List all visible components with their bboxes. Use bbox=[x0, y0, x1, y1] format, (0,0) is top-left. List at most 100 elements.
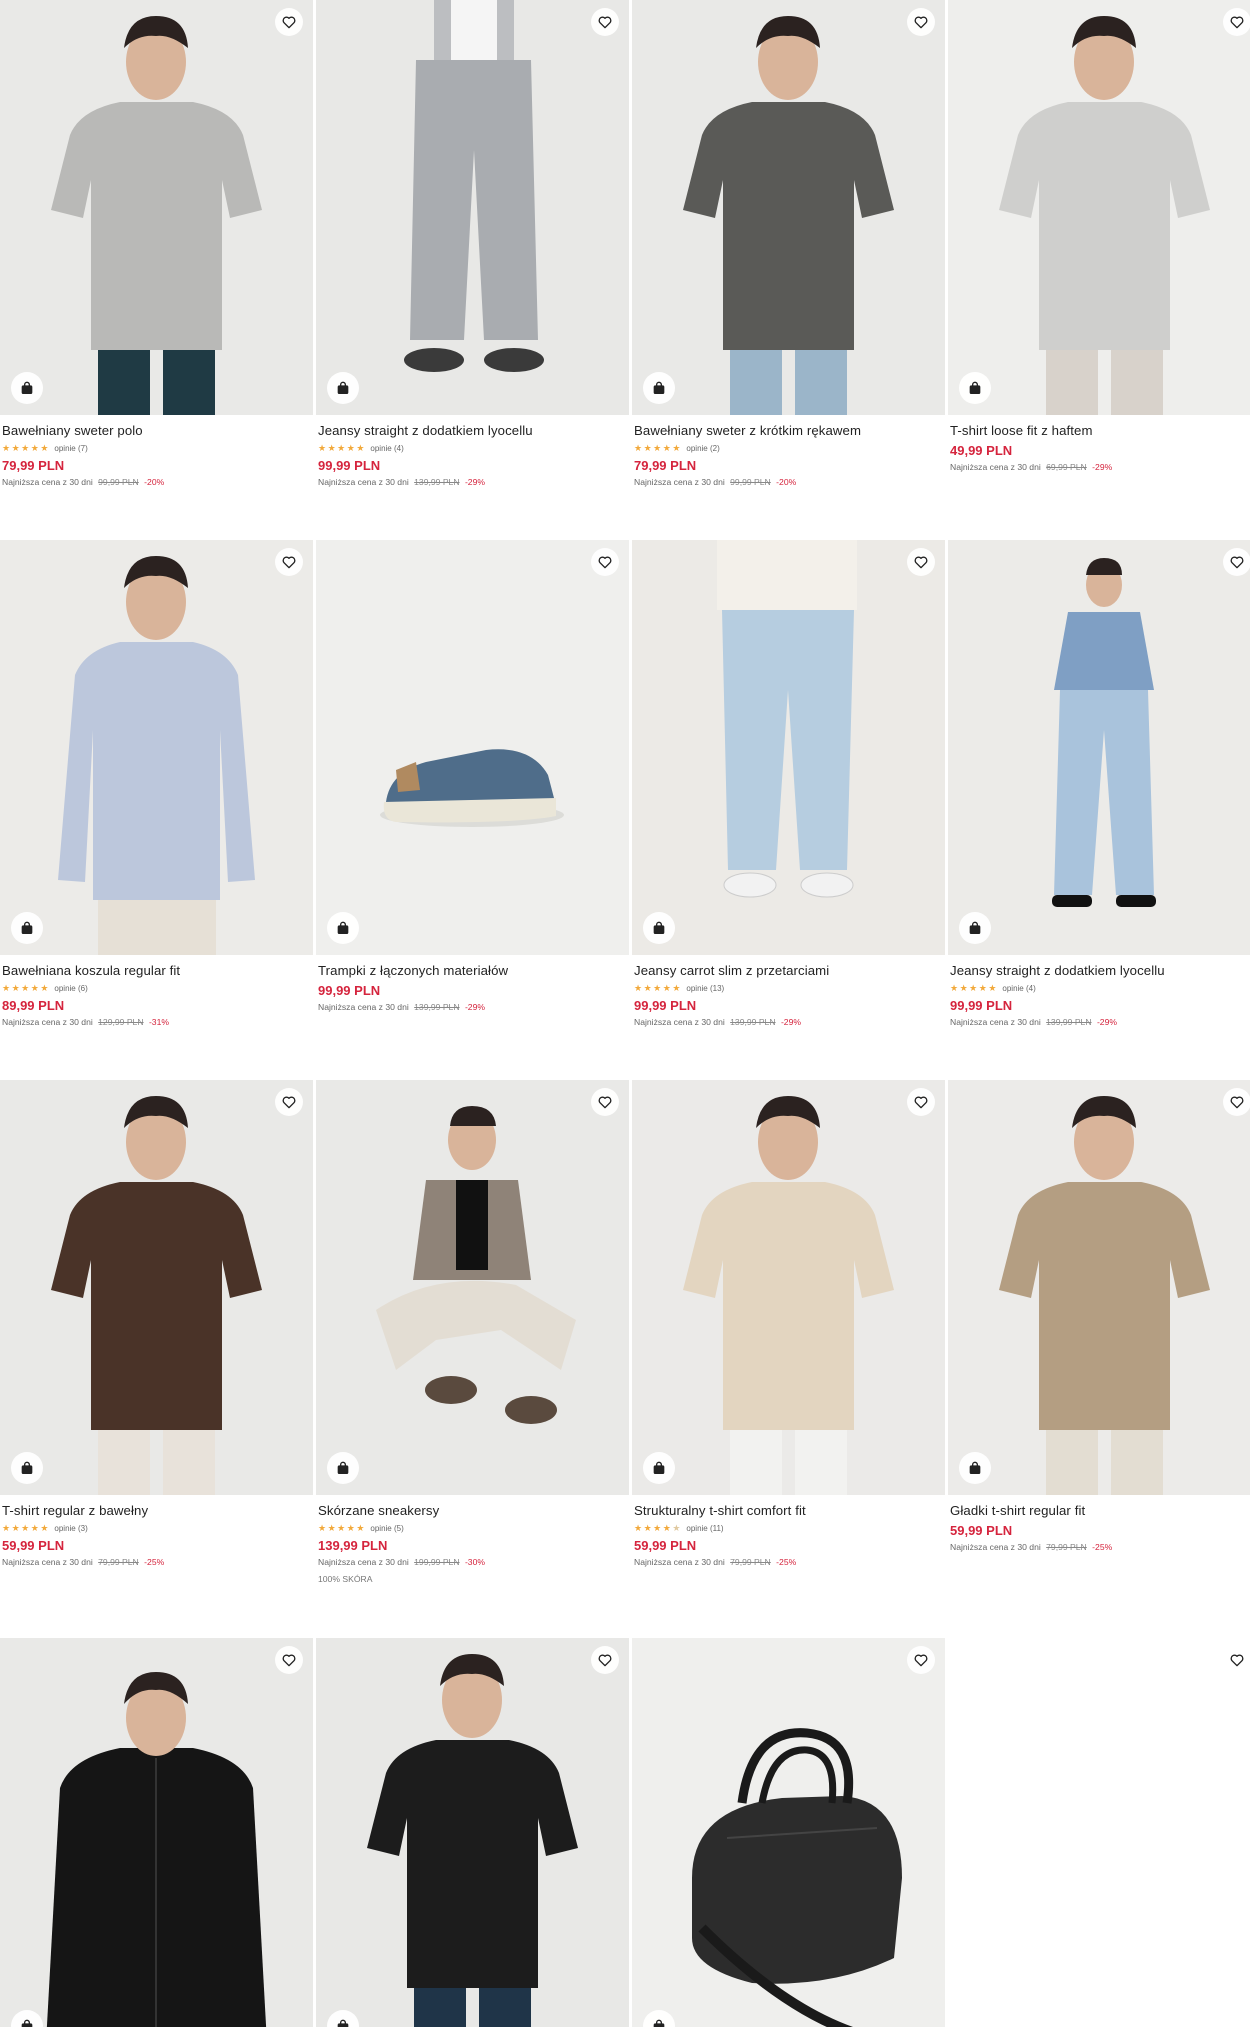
lowest-price-info: Najniższa cena z 30 dni 139,99 PLN -29% bbox=[318, 1001, 627, 1013]
lowest-price-label: Najniższa cena z 30 dni bbox=[2, 1557, 93, 1567]
product-card[interactable] bbox=[0, 1638, 313, 2027]
shopping-bag-icon[interactable] bbox=[327, 912, 359, 944]
star-icon: ★ bbox=[11, 1523, 20, 1533]
product-image[interactable] bbox=[316, 0, 629, 415]
product-card[interactable] bbox=[316, 1638, 629, 2027]
product-image[interactable] bbox=[0, 0, 313, 415]
shopping-bag-icon[interactable] bbox=[643, 1452, 675, 1484]
heart-icon[interactable] bbox=[1223, 1646, 1250, 1674]
product-price: 99,99 PLN bbox=[318, 983, 381, 998]
product-name[interactable]: Jeansy straight z dodatkiem lyocellu bbox=[318, 423, 627, 439]
lowest-price-label: Najniższa cena z 30 dni bbox=[318, 1557, 409, 1567]
product-name[interactable]: Trampki z łączonych materiałów bbox=[318, 963, 627, 979]
product-image[interactable] bbox=[0, 540, 313, 955]
product-info: Skórzane sneakersy ★ ★ ★ ★ ★ opinie (5) 139,… bbox=[318, 1503, 627, 1584]
shopping-bag-icon[interactable] bbox=[959, 372, 991, 404]
product-name[interactable]: T-shirt loose fit z haftem bbox=[950, 423, 1250, 439]
heart-icon[interactable] bbox=[275, 1088, 303, 1116]
star-icon: ★ bbox=[672, 983, 681, 993]
heart-icon[interactable] bbox=[275, 1646, 303, 1674]
shopping-bag-icon[interactable] bbox=[11, 912, 43, 944]
heart-icon[interactable] bbox=[591, 548, 619, 576]
heart-icon[interactable] bbox=[591, 1088, 619, 1116]
reviews-count[interactable]: opinie (6) bbox=[54, 984, 87, 993]
product-photo bbox=[58, 556, 255, 955]
heart-icon[interactable] bbox=[907, 548, 935, 576]
product-image[interactable] bbox=[316, 540, 629, 955]
reviews-count[interactable]: opinie (7) bbox=[54, 444, 87, 453]
product-name[interactable]: Skórzane sneakersy bbox=[318, 1503, 627, 1519]
star-icon: ★ bbox=[969, 983, 978, 993]
product-name[interactable]: Jeansy straight z dodatkiem lyocellu bbox=[950, 963, 1250, 979]
heart-icon[interactable] bbox=[275, 8, 303, 36]
product-image[interactable] bbox=[316, 1638, 629, 2027]
product-name[interactable]: Strukturalny t-shirt comfort fit bbox=[634, 1503, 943, 1519]
reviews-count[interactable]: opinie (2) bbox=[686, 444, 719, 453]
shopping-bag-icon[interactable] bbox=[11, 372, 43, 404]
product-card[interactable]: Skórzane sneakersy ★ ★ ★ ★ ★ opinie (5) 139,… bbox=[316, 1080, 629, 1620]
product-name[interactable]: Gładki t-shirt regular fit bbox=[950, 1503, 1250, 1519]
product-image[interactable] bbox=[632, 0, 945, 415]
product-image[interactable] bbox=[0, 1080, 313, 1495]
reviews-count[interactable]: opinie (3) bbox=[54, 1524, 87, 1533]
heart-icon[interactable] bbox=[907, 1088, 935, 1116]
reviews-count[interactable]: opinie (11) bbox=[686, 1524, 723, 1533]
product-card[interactable]: Strukturalny t-shirt comfort fit ★ ★ ★ ★ ★ o… bbox=[632, 1080, 945, 1620]
reviews-count[interactable]: opinie (4) bbox=[370, 444, 403, 453]
heart-icon[interactable] bbox=[1223, 548, 1250, 576]
product-card[interactable]: T-shirt loose fit z haftem 49,99 PLN Najn… bbox=[948, 0, 1250, 540]
product-price: 139,99 PLN bbox=[318, 1538, 388, 1553]
product-card[interactable]: T-shirt regular z bawełny ★ ★ ★ ★ ★ opinie (… bbox=[0, 1080, 313, 1620]
reviews-count[interactable]: opinie (5) bbox=[370, 1524, 403, 1533]
heart-icon[interactable] bbox=[591, 8, 619, 36]
lowest-price-label: Najniższa cena z 30 dni bbox=[2, 1017, 93, 1027]
shopping-bag-icon[interactable] bbox=[643, 912, 675, 944]
product-image[interactable] bbox=[316, 1080, 629, 1495]
product-photo bbox=[683, 16, 894, 415]
product-image[interactable] bbox=[948, 540, 1250, 955]
reviews-count[interactable]: opinie (13) bbox=[686, 984, 724, 993]
product-image[interactable] bbox=[632, 540, 945, 955]
shopping-bag-icon[interactable] bbox=[959, 1452, 991, 1484]
heart-icon[interactable] bbox=[907, 1646, 935, 1674]
product-card[interactable]: Jeansy carrot slim z przetarciami ★ ★ ★ ★ ★ … bbox=[632, 540, 945, 1080]
shopping-bag-icon[interactable] bbox=[11, 1452, 43, 1484]
product-card[interactable]: Bawełniany sweter z krótkim rękawem ★ ★ ★ ★… bbox=[632, 0, 945, 540]
product-card[interactable]: Jeansy straight z dodatkiem lyocellu ★ ★ ★… bbox=[316, 0, 629, 540]
star-icon: ★ bbox=[950, 983, 959, 993]
product-image[interactable] bbox=[948, 1080, 1250, 1495]
product-price: 89,99 PLN bbox=[2, 998, 65, 1013]
product-price: 99,99 PLN bbox=[950, 998, 1013, 1013]
star-icon: ★ bbox=[40, 443, 49, 453]
product-card[interactable]: Bawełniana koszula regular fit ★ ★ ★ ★ ★ opi… bbox=[0, 540, 313, 1080]
heart-icon[interactable] bbox=[1223, 1088, 1250, 1116]
shopping-bag-icon[interactable] bbox=[643, 372, 675, 404]
product-card[interactable]: Jeansy straight z dodatkiem lyocellu ★ ★ ★… bbox=[948, 540, 1250, 1080]
shopping-bag-icon[interactable] bbox=[327, 1452, 359, 1484]
product-image[interactable] bbox=[948, 0, 1250, 415]
product-name[interactable]: Bawełniany sweter polo bbox=[2, 423, 311, 439]
shopping-bag-icon[interactable] bbox=[327, 372, 359, 404]
product-image[interactable] bbox=[948, 1638, 1250, 2027]
product-card[interactable]: Bawełniany sweter polo ★ ★ ★ ★ ★ opinie (7) … bbox=[0, 0, 313, 540]
product-name[interactable]: Jeansy carrot slim z przetarciami bbox=[634, 963, 943, 979]
product-image[interactable] bbox=[0, 1638, 313, 2027]
star-icon: ★ bbox=[959, 983, 968, 993]
heart-icon[interactable] bbox=[1223, 8, 1250, 36]
star-icon: ★ bbox=[634, 1523, 643, 1533]
rating: ★ ★ ★ ★ ★ opinie (4) bbox=[950, 983, 1250, 994]
shopping-bag-icon[interactable] bbox=[959, 912, 991, 944]
product-card[interactable]: Trampki z łączonych materiałów 99,99 PLN … bbox=[316, 540, 629, 1080]
product-card[interactable]: Gładki t-shirt regular fit 59,99 PLN Najn… bbox=[948, 1080, 1250, 1620]
heart-icon[interactable] bbox=[907, 8, 935, 36]
product-name[interactable]: T-shirt regular z bawełny bbox=[2, 1503, 311, 1519]
product-card[interactable] bbox=[632, 1638, 945, 2027]
reviews-count[interactable]: opinie (4) bbox=[1002, 984, 1035, 993]
product-name[interactable]: Bawełniana koszula regular fit bbox=[2, 963, 311, 979]
product-card[interactable] bbox=[948, 1638, 1250, 2027]
product-image[interactable] bbox=[632, 1080, 945, 1495]
heart-icon[interactable] bbox=[591, 1646, 619, 1674]
product-name[interactable]: Bawełniany sweter z krótkim rękawem bbox=[634, 423, 943, 439]
product-image[interactable] bbox=[632, 1638, 945, 2027]
heart-icon[interactable] bbox=[275, 548, 303, 576]
